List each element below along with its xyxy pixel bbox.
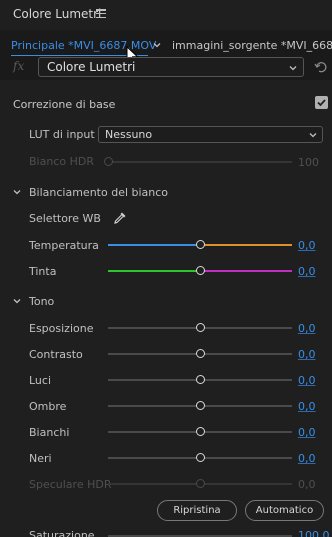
reset-button[interactable]: Ripristina (157, 500, 237, 521)
effect-dropdown[interactable]: Colore Lumetri (38, 57, 304, 77)
saturation-value[interactable]: 100,0 (298, 529, 330, 537)
basic-correction-title: Correzione di base (13, 98, 116, 111)
panel-header: Colore Lumetri (0, 0, 332, 30)
lut-dropdown-value: Nessuno (105, 128, 153, 141)
contrast-slider-knob[interactable] (195, 349, 205, 358)
panel-title: Colore Lumetri (13, 7, 102, 21)
hdr-specular-slider-knob (195, 479, 205, 488)
effect-dropdown-value: Colore Lumetri (47, 60, 136, 74)
hamburger-menu-icon[interactable] (96, 9, 106, 19)
chevron-down-icon (309, 133, 317, 138)
whites-slider-knob[interactable] (195, 427, 205, 436)
hdr-specular-label: Speculare HDR (29, 478, 112, 491)
contrast-value[interactable]: 0,0 (298, 348, 316, 361)
clip-tab-source[interactable]: immagini_sorgente *MVI_6687.MOV (172, 39, 332, 52)
basic-correction-checkbox[interactable] (315, 96, 328, 109)
auto-button[interactable]: Automatico (245, 500, 324, 521)
checkmark-icon (317, 99, 326, 107)
wb-picker-label: Selettore WB (29, 212, 101, 225)
saturation-label: Saturazione (29, 529, 95, 537)
contrast-label: Contrasto (29, 348, 83, 361)
temperature-slider-knob[interactable] (195, 240, 205, 249)
highlights-value[interactable]: 0,0 (298, 374, 316, 387)
tone-title[interactable]: Tono (29, 295, 54, 308)
chevron-down-icon[interactable] (153, 41, 161, 49)
blacks-label: Neri (29, 452, 52, 465)
lut-label: LUT di input (29, 128, 95, 141)
hdr-white-slider-knob (103, 157, 113, 166)
reset-icon[interactable] (314, 60, 328, 74)
highlights-slider-knob[interactable] (195, 375, 205, 384)
exposure-label: Esposizione (29, 322, 94, 335)
whites-value[interactable]: 0,0 (298, 426, 316, 439)
temperature-value[interactable]: 0,0 (298, 239, 316, 252)
highlights-label: Luci (29, 374, 52, 387)
shadows-label: Ombre (29, 400, 67, 413)
tint-track-green (108, 270, 200, 272)
chevron-down-icon[interactable] (13, 297, 21, 305)
blacks-value[interactable]: 0,0 (298, 452, 316, 465)
shadows-slider-knob[interactable] (195, 401, 205, 410)
effect-row: fx Colore Lumetri (0, 57, 332, 79)
blacks-slider-knob[interactable] (195, 453, 205, 462)
hdr-white-value: 100 (298, 156, 319, 169)
temperature-label: Temperatura (29, 239, 99, 252)
tint-track-magenta (200, 270, 292, 272)
eyedropper-icon[interactable] (113, 211, 127, 225)
temperature-track-cool (108, 244, 200, 246)
fx-icon[interactable]: fx (13, 59, 24, 73)
hdr-white-slider-track (108, 161, 292, 163)
white-balance-title[interactable]: Bilanciamento del bianco (29, 186, 168, 199)
hdr-white-label: Bianco HDR (29, 155, 94, 168)
temperature-track-warm (200, 244, 292, 246)
lut-dropdown[interactable]: Nessuno (98, 126, 323, 143)
tint-value[interactable]: 0,0 (298, 265, 316, 278)
effect-controls-area (0, 80, 332, 537)
chevron-down-icon (289, 66, 297, 71)
chevron-down-icon[interactable] (13, 188, 21, 196)
exposure-value[interactable]: 0,0 (298, 322, 316, 335)
exposure-slider-knob[interactable] (195, 323, 205, 332)
whites-label: Bianchi (29, 426, 70, 439)
shadows-value[interactable]: 0,0 (298, 400, 316, 413)
hdr-specular-value: 0,0 (298, 478, 316, 491)
tint-label: Tinta (29, 265, 57, 278)
tint-slider-knob[interactable] (195, 266, 205, 275)
clip-selector-row: Principale *MVI_6687.MOV immagini_sorgen… (0, 34, 332, 56)
